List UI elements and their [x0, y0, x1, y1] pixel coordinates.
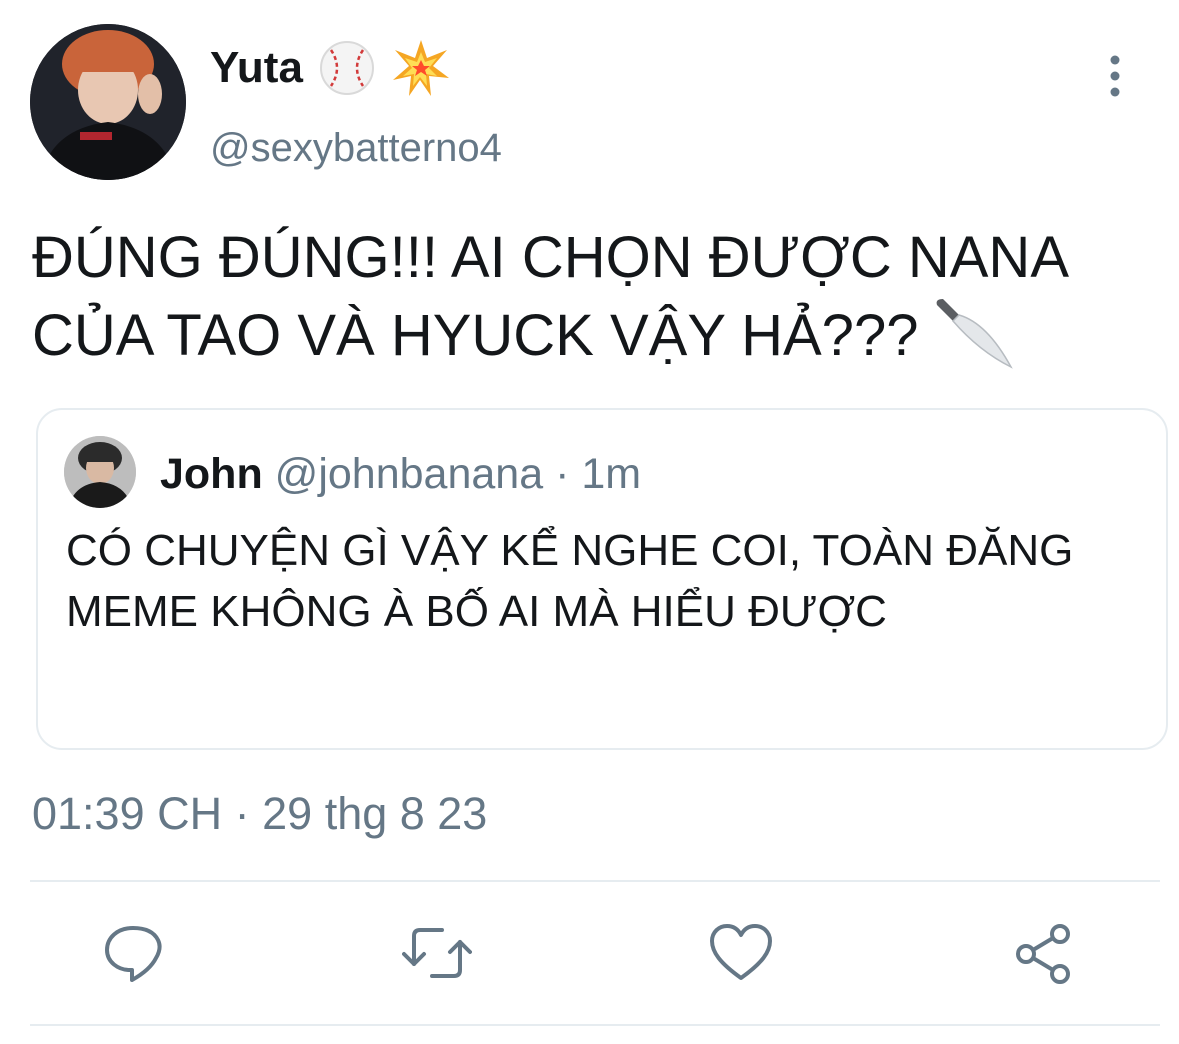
heart-icon — [706, 918, 776, 988]
divider — [30, 880, 1160, 882]
quoted-tweet-time: 1m — [581, 450, 642, 498]
baseball-emoji — [317, 38, 377, 98]
share-icon — [1010, 918, 1080, 988]
author-avatar[interactable] — [30, 24, 186, 180]
tweet-time: 01:39 CH — [32, 788, 223, 839]
reply-icon — [100, 918, 170, 988]
share-button[interactable] — [1010, 918, 1080, 988]
tweet-timestamp: 01:39 CH · 29 thg 8 23 — [32, 786, 487, 842]
quoted-author-handle[interactable]: @johnbanana — [275, 450, 543, 498]
divider-bottom — [30, 1024, 1160, 1026]
reply-button[interactable] — [100, 918, 170, 988]
retweet-button[interactable] — [402, 918, 472, 988]
kitchen-knife-emoji — [935, 293, 1015, 373]
quoted-author-name[interactable]: John — [160, 450, 263, 498]
tweet-text-line-1: ĐÚNG ĐÚNG!!! AI CHỌN ĐƯỢC NANA — [32, 225, 1070, 290]
author-name-row[interactable]: Yuta — [210, 38, 451, 98]
tweet-text-line-2-text: CỦA TAO VÀ HYUCK VẬY HẢ??? — [32, 303, 919, 368]
like-button[interactable] — [706, 918, 776, 988]
quoted-header-separator: · — [555, 450, 570, 498]
collision-emoji — [391, 38, 451, 98]
quoted-author-avatar[interactable] — [64, 436, 136, 508]
quoted-tweet-text: CÓ CHUYỆN GÌ VẬY KỂ NGHE COI, TOÀN ĐĂNG … — [66, 526, 1074, 636]
quoted-tweet-header: John @johnbanana · 1m — [160, 448, 641, 500]
author-display-name[interactable]: Yuta — [210, 40, 303, 96]
retweet-icon — [402, 918, 472, 988]
tweet-text: ĐÚNG ĐÚNG!!! AI CHỌN ĐƯỢC NANA CỦA TAO V… — [32, 222, 1162, 373]
more-options-icon[interactable] — [1098, 52, 1132, 100]
tweet-date: 29 thg 8 23 — [262, 788, 488, 839]
timestamp-separator: · — [234, 788, 250, 839]
quoted-tweet-card[interactable]: John @johnbanana · 1m CÓ CHUYỆN GÌ VẬY K… — [36, 408, 1168, 750]
author-handle[interactable]: @sexybatterno4 — [210, 122, 502, 174]
tweet-text-line-2: CỦA TAO VÀ HYUCK VẬY HẢ??? — [32, 293, 1162, 373]
